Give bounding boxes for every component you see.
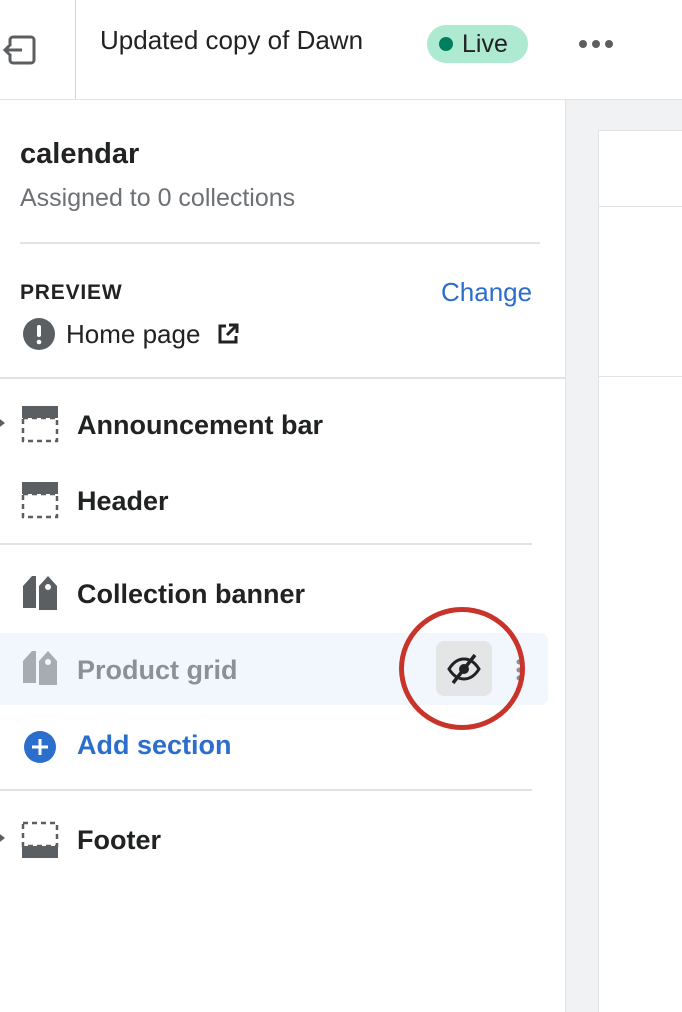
section-product-grid[interactable]: Product grid [0, 633, 548, 705]
section-label: Footer [77, 825, 161, 855]
template-assignment: Assigned to 0 collections [20, 184, 296, 212]
collection-tag-icon [23, 651, 57, 685]
live-status-badge: Live [427, 25, 528, 63]
preview-frame [598, 130, 682, 1012]
section-label: Collection banner [77, 579, 306, 609]
divider [0, 377, 566, 379]
divider [0, 789, 532, 791]
more-horizontal-icon [579, 40, 587, 48]
section-label: Product grid [77, 655, 238, 685]
theme-title: Updated copy of Dawn [100, 25, 364, 55]
eye-hidden-icon [447, 653, 481, 684]
sections-sidebar: calendar Assigned to 0 collections PREVI… [0, 100, 566, 1012]
exit-button[interactable] [0, 0, 76, 99]
preview-divider [599, 376, 682, 377]
preview-page: Home page [22, 315, 240, 353]
collection-tag-icon [23, 576, 57, 610]
footer-layout-icon [21, 821, 59, 858]
section-label: Announcement bar [77, 410, 324, 440]
add-section-button[interactable]: Add section [0, 710, 548, 782]
preview-label: PREVIEW [20, 281, 123, 304]
section-footer[interactable]: Footer [0, 803, 548, 875]
drag-handle-icon[interactable] [514, 659, 524, 681]
header-layout-icon [21, 406, 59, 443]
section-header[interactable]: Header [0, 464, 548, 536]
external-link-icon[interactable] [216, 322, 240, 346]
template-title: calendar [20, 138, 140, 170]
toggle-visibility-button[interactable] [436, 641, 492, 696]
more-actions-button[interactable] [572, 22, 620, 66]
alert-circle-icon [23, 318, 55, 350]
top-bar: Updated copy of Dawn Live [0, 0, 682, 100]
add-section-label: Add section [77, 730, 232, 760]
more-horizontal-icon [605, 40, 613, 48]
theme-preview-pane [566, 100, 682, 1012]
preview-divider [599, 206, 682, 207]
live-dot-icon [439, 37, 453, 51]
exit-icon [2, 35, 36, 64]
section-collection-banner[interactable]: Collection banner [0, 558, 548, 630]
section-label: Header [77, 486, 169, 516]
preview-page-name: Home page [66, 318, 201, 349]
expand-caret-icon[interactable] [0, 416, 5, 430]
change-preview-link[interactable]: Change [441, 277, 532, 308]
header-layout-icon [21, 482, 59, 519]
expand-caret-icon[interactable] [0, 831, 5, 845]
divider [0, 543, 532, 545]
section-announcement-bar[interactable]: Announcement bar [0, 388, 548, 460]
divider [20, 242, 540, 244]
plus-circle-icon [24, 731, 56, 763]
live-status-label: Live [462, 29, 508, 58]
more-horizontal-icon [592, 40, 600, 48]
